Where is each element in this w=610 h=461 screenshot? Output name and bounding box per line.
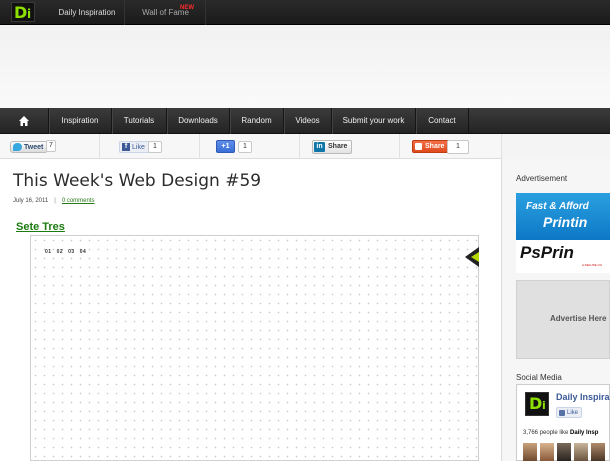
post-subheading-link[interactable]: Sete Tres [16, 221, 65, 233]
screenshot-num: 03 [68, 249, 75, 255]
meta-separator: | [54, 198, 56, 204]
ad-banner-line2: Printin [543, 214, 588, 230]
screenshot-num: 04 [79, 249, 87, 255]
ad-banner-brand: PsPrin [520, 243, 574, 262]
facebook-like-count-text: 3,766 people like Daily Insp [523, 430, 599, 436]
facebook-f-icon: f [122, 143, 130, 151]
comments-link[interactable]: 0 comments [62, 198, 95, 204]
nav-contact[interactable]: Contact [415, 108, 468, 134]
main-nav: Inspiration Tutorials Downloads Random V… [0, 108, 610, 134]
post-meta: July 16, 2011 | 0 comments [13, 198, 95, 204]
share-bar: Tweet 7 f Like 1 +1 1 in Share Share 1 [0, 134, 502, 159]
new-badge: NEW [180, 5, 194, 11]
advertise-here-text: Advertise Here [550, 314, 607, 323]
logo-icon[interactable]: D i [11, 2, 35, 22]
tweet-button[interactable]: Tweet [10, 141, 49, 153]
screenshot-num: 02 [56, 249, 64, 255]
nav-downloads[interactable]: Downloads [166, 108, 229, 134]
nav-divider [468, 108, 469, 134]
facebook-like-button[interactable]: f Like [119, 141, 150, 153]
website-screenshot[interactable]: 01 02 03 04 [30, 235, 479, 461]
google-plus-count: 1 [238, 141, 252, 153]
twitter-bird-icon [13, 143, 22, 151]
home-icon [19, 116, 29, 126]
social-media-heading: Social Media [516, 373, 562, 382]
screenshot-side-tab-icon [465, 247, 479, 267]
topnav-wall-of-fame[interactable]: Wall of Fame [126, 0, 206, 25]
nav-random[interactable]: Random [229, 108, 283, 134]
ad-banner-line1: Fast & Afford [526, 201, 589, 212]
share-icon [415, 143, 422, 150]
facebook-like-box: D i Daily Inspira Like 3,766 people like… [516, 384, 610, 461]
fan-avatar[interactable] [540, 443, 554, 461]
fan-avatar[interactable] [591, 443, 605, 461]
post-content: This Week's Web Design #59 July 16, 2011… [0, 159, 502, 461]
facebook-page-name[interactable]: Daily Inspira [556, 392, 610, 402]
ad-banner-top: Fast & Afford Printin [516, 193, 610, 240]
google-plus-button[interactable]: +1 [216, 140, 235, 153]
linkedin-icon: in [314, 142, 325, 152]
advertisement-heading: Advertisement [516, 174, 568, 183]
sidebar: Advertisement Fast & Afford Printin PsPr… [503, 159, 610, 461]
linkedin-share-button[interactable]: in Share [312, 140, 353, 154]
ad-banner-small: A DELUXE CO [582, 263, 603, 267]
nav-videos[interactable]: Videos [283, 108, 331, 134]
nav-home[interactable] [0, 108, 48, 134]
fan-avatar[interactable] [557, 443, 571, 461]
facebook-like-count: 1 [148, 141, 162, 153]
nav-submit-your-work[interactable]: Submit your work [331, 108, 415, 134]
nav-inspiration[interactable]: Inspiration [48, 108, 111, 134]
share-count: 1 [447, 140, 469, 154]
tweet-count: 7 [46, 140, 56, 152]
post-title[interactable]: This Week's Web Design #59 [13, 171, 261, 191]
screenshot-num: 01 [45, 249, 52, 255]
top-bar: D i Daily Inspiration Wall of Fame NEW [0, 0, 610, 25]
nav-tutorials[interactable]: Tutorials [111, 108, 166, 134]
share-button[interactable]: Share [412, 140, 450, 153]
facebook-page-like-button[interactable]: Like [556, 407, 583, 418]
header-area [0, 26, 610, 108]
topnav-daily-inspiration[interactable]: Daily Inspiration [50, 0, 125, 25]
ad-banner-psprint[interactable]: Fast & Afford Printin PsPrin A DELUXE CO [516, 193, 610, 273]
fan-avatar[interactable] [574, 443, 588, 461]
page-logo-icon[interactable]: D i [525, 392, 549, 416]
advertise-here-box[interactable]: Advertise Here [516, 280, 610, 359]
screenshot-number-nav: 01 02 03 04 [45, 249, 91, 255]
post-date: July 16, 2011 [13, 198, 49, 204]
fan-avatar[interactable] [523, 443, 537, 461]
